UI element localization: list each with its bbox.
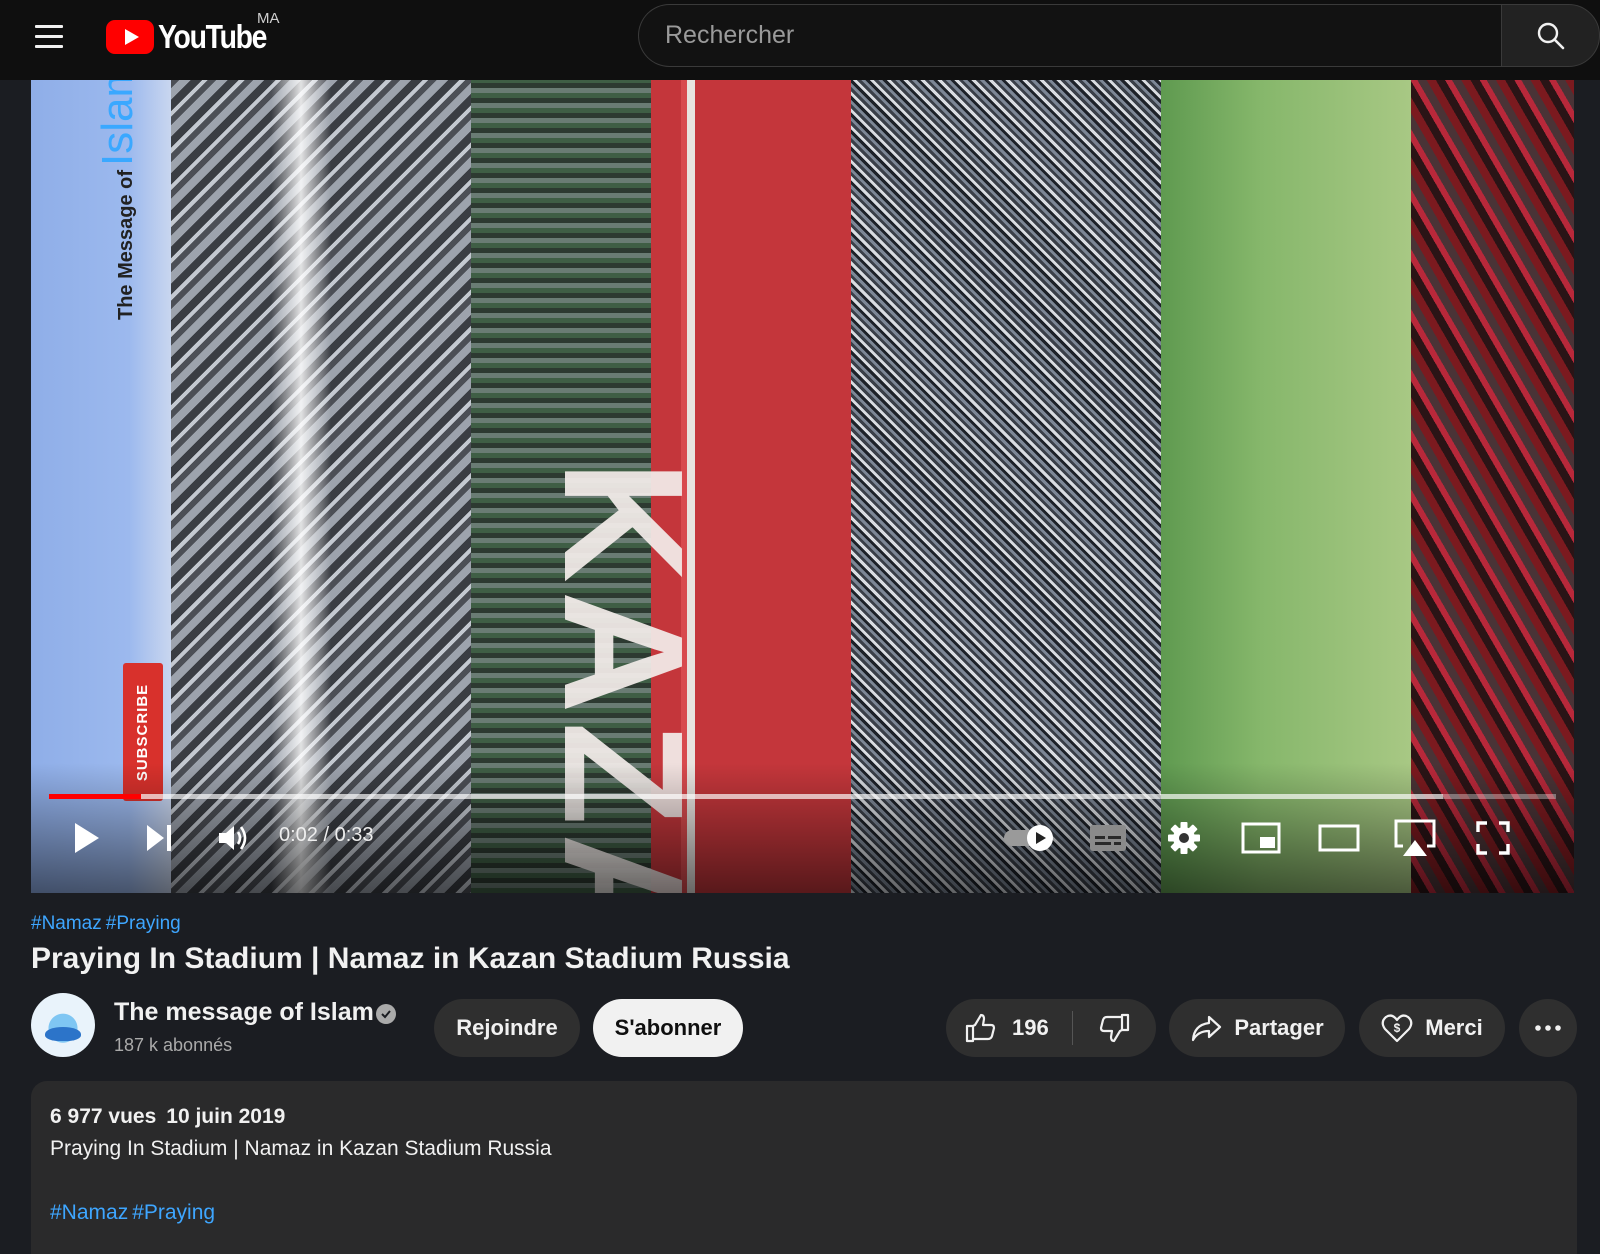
region-code: MA bbox=[257, 10, 280, 27]
thanks-label: Merci bbox=[1425, 1015, 1483, 1040]
more-actions-button[interactable] bbox=[1519, 999, 1577, 1057]
volume-button[interactable] bbox=[209, 810, 259, 866]
more-horizontal-icon bbox=[1535, 1025, 1561, 1031]
channel-watermark: The Message of Islam bbox=[93, 80, 143, 320]
description-meta: 6 977 vues 10 juin 2019 bbox=[50, 1105, 285, 1129]
verified-badge-icon bbox=[376, 1004, 396, 1024]
like-dislike-group: 196 bbox=[946, 999, 1156, 1057]
thumbs-up-icon bbox=[965, 1013, 996, 1043]
subscriber-count: 187 k abonnés bbox=[114, 1035, 233, 1055]
hashtag-link[interactable]: #Namaz bbox=[50, 1201, 128, 1224]
like-button[interactable]: 196 bbox=[946, 999, 1072, 1057]
share-button[interactable]: Partager bbox=[1169, 999, 1345, 1057]
share-label: Partager bbox=[1234, 1015, 1324, 1040]
play-icon bbox=[75, 823, 99, 853]
fullscreen-icon bbox=[1476, 821, 1510, 855]
miniplayer-icon bbox=[1241, 822, 1281, 854]
subscribe-button[interactable]: S'abonner bbox=[593, 999, 743, 1057]
view-count: 6 977 vues bbox=[50, 1105, 157, 1128]
airplay-icon bbox=[1394, 819, 1436, 856]
fullscreen-button[interactable] bbox=[1465, 810, 1521, 866]
next-button[interactable] bbox=[135, 810, 185, 866]
cast-button[interactable] bbox=[1387, 810, 1443, 866]
share-arrow-icon bbox=[1192, 1015, 1222, 1042]
video-player[interactable]: KAZAN The Message ofIslam SUBSCRIBE 0:02… bbox=[31, 80, 1574, 893]
logo-text: YouTube bbox=[158, 18, 267, 55]
svg-text:$: $ bbox=[1394, 1021, 1401, 1035]
hashtag-link[interactable]: #Namaz bbox=[31, 913, 102, 934]
youtube-play-logo-icon bbox=[106, 20, 154, 54]
upload-date: 10 juin 2019 bbox=[166, 1105, 286, 1128]
top-bar: YouTube MA bbox=[0, 0, 1600, 80]
progress-bar[interactable] bbox=[49, 794, 1556, 799]
time-display: 0:02 / 0:33 bbox=[279, 824, 374, 846]
settings-button[interactable] bbox=[1159, 810, 1209, 866]
watermark-small-text: The Message of bbox=[115, 169, 137, 320]
autoplay-toggle[interactable] bbox=[999, 810, 1061, 866]
hashtag-link[interactable]: #Praying bbox=[132, 1201, 215, 1224]
join-button[interactable]: Rejoindre bbox=[434, 999, 580, 1057]
hashtag-link[interactable]: #Praying bbox=[106, 913, 181, 934]
thanks-button[interactable]: $ Merci bbox=[1359, 999, 1505, 1057]
video-title: Praying In Stadium | Namaz in Kazan Stad… bbox=[31, 942, 790, 975]
next-icon bbox=[147, 825, 171, 851]
video-hashtags: #Namaz #Praying bbox=[31, 913, 185, 935]
volume-icon bbox=[219, 826, 247, 850]
heart-dollar-icon: $ bbox=[1381, 1014, 1413, 1043]
miniplayer-button[interactable] bbox=[1233, 810, 1289, 866]
search-input[interactable] bbox=[639, 5, 1502, 66]
theater-mode-button[interactable] bbox=[1311, 810, 1367, 866]
autoplay-toggle-icon bbox=[1004, 825, 1053, 851]
search-box bbox=[638, 4, 1502, 67]
channel-name[interactable]: The message of Islam bbox=[114, 998, 374, 1027]
thumbs-down-icon bbox=[1099, 1013, 1129, 1043]
subtitles-button[interactable] bbox=[1083, 810, 1133, 866]
subtitles-icon bbox=[1090, 825, 1126, 851]
description-text: Praying In Stadium | Namaz in Kazan Stad… bbox=[50, 1137, 552, 1160]
channel-avatar[interactable] bbox=[31, 993, 95, 1057]
like-count: 196 bbox=[1012, 1015, 1049, 1040]
description-box[interactable]: 6 977 vues 10 juin 2019 Praying In Stadiu… bbox=[31, 1081, 1577, 1254]
description-hashtags: #Namaz #Praying bbox=[50, 1201, 219, 1225]
search-icon bbox=[1537, 22, 1564, 49]
theater-mode-icon bbox=[1318, 824, 1360, 852]
dislike-button[interactable] bbox=[1073, 999, 1156, 1057]
progress-played bbox=[49, 794, 141, 799]
progress-buffer bbox=[49, 794, 1443, 799]
search-button[interactable] bbox=[1501, 4, 1600, 67]
gear-icon bbox=[1168, 822, 1200, 854]
watermark-large-text: Islam bbox=[93, 80, 142, 166]
hamburger-menu-icon[interactable] bbox=[32, 22, 66, 56]
play-button[interactable] bbox=[61, 810, 111, 866]
